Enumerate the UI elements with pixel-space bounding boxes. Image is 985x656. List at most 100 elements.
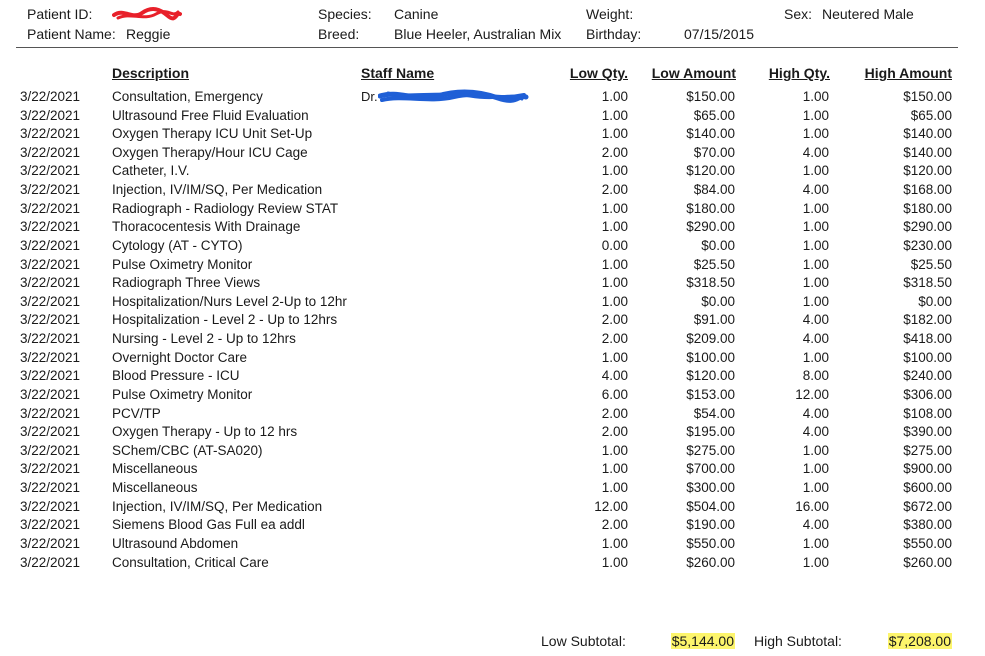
row-high-amount: $180.00 (903, 200, 952, 216)
row-high-qty: 1.00 (802, 89, 829, 104)
row-description: Injection, IV/IM/SQ, Per Medication (112, 498, 323, 514)
row-description: Siemens Blood Gas Full ea addl (112, 517, 305, 533)
row-description: PCV/TP (112, 405, 161, 421)
table-row: 3/22/2021 Hospitalization - Level 2 - Up … (0, 312, 985, 331)
row-high-qty: 4.00 (802, 424, 829, 440)
row-description: Radiograph Three Views (112, 275, 261, 291)
row-high-amount: $230.00 (903, 237, 952, 253)
row-high-qty: 1.00 (802, 442, 829, 458)
row-description: Miscellaneous (112, 461, 198, 477)
table-row: 3/22/2021 Miscellaneous 1.00 $300.00 1.00 $60… (0, 480, 985, 499)
row-high-amount: $120.00 (903, 163, 952, 179)
table-row: 3/22/2021 Ultrasound Free Fluid Evaluatio… (0, 108, 985, 127)
row-date: 3/22/2021 (20, 331, 81, 347)
row-high-amount: $0.00 (918, 293, 952, 309)
table-row: 3/22/2021 Pulse Oximetry Monitor 6.00 $153.… (0, 387, 985, 406)
row-low-qty: 4.00 (601, 368, 628, 384)
table-row: 3/22/2021 Hospitalization/Nurs Level 2-Up… (0, 294, 985, 313)
row-date: 3/22/2021 (20, 480, 81, 496)
row-high-qty: 1.00 (802, 554, 829, 570)
patient-name-label: Patient Name: (27, 26, 116, 42)
row-low-qty: 2.00 (601, 424, 628, 440)
row-high-amount: $418.00 (903, 331, 952, 347)
breed-value: Blue Heeler, Australian Mix (394, 26, 562, 42)
row-low-qty: 1.00 (601, 256, 628, 272)
table-row: 3/22/2021 Blood Pressure - ICU 4.00 $120.00… (0, 368, 985, 387)
table-row: 3/22/2021 Nursing - Level 2 - Up to 12hrs… (0, 331, 985, 350)
row-high-amount: $306.00 (903, 386, 952, 402)
row-low-amount: $91.00 (693, 312, 735, 328)
species-label: Species: (318, 6, 372, 22)
row-low-amount: $54.00 (693, 405, 735, 421)
row-high-amount: $65.00 (910, 107, 952, 123)
table-row: 3/22/2021 Radiograph Three Views 1.00 $318.… (0, 275, 985, 294)
row-low-amount: $84.00 (693, 182, 735, 198)
table-row: 3/22/2021 Injection, IV/IM/SQ, Per Medica… (0, 499, 985, 518)
column-header-high-amount: High Amount (864, 65, 952, 81)
row-low-qty: 1.00 (601, 349, 628, 365)
low-subtotal-value: $5,144.00 (670, 633, 735, 649)
row-high-qty: 4.00 (802, 405, 829, 421)
high-subtotal-amount: $7,208.00 (887, 633, 952, 649)
table-row: 3/22/2021 Ultrasound Abdomen 1.00 $550.00 1.… (0, 536, 985, 555)
row-low-amount: $700.00 (686, 461, 735, 477)
row-high-qty: 1.00 (802, 237, 829, 253)
row-high-qty: 1.00 (802, 275, 829, 291)
table-row: 3/22/2021 Pulse Oximetry Monitor 1.00 $25.5… (0, 257, 985, 276)
row-low-amount: $140.00 (686, 126, 735, 142)
row-high-amount: $100.00 (903, 349, 952, 365)
column-header-description: Description (112, 65, 190, 81)
row-high-amount: $600.00 (903, 480, 952, 496)
row-low-amount: $190.00 (686, 517, 735, 533)
sex-value: Neutered Male (822, 6, 914, 22)
table-row: 3/22/2021 Catheter, I.V. 1.00 $120.00 1.00 $1… (0, 163, 985, 182)
row-date: 3/22/2021 (20, 237, 81, 253)
row-high-qty: 1.00 (802, 126, 829, 142)
row-date: 3/22/2021 (20, 182, 81, 198)
row-description: Oxygen Therapy/Hour ICU Cage (112, 144, 308, 160)
row-description: SChem/CBC (AT-SA020) (112, 442, 263, 458)
species-value: Canine (394, 6, 439, 22)
row-high-qty: 1.00 (802, 107, 829, 123)
row-low-qty: 1.00 (601, 275, 628, 291)
row-low-qty: 1.00 (601, 461, 628, 477)
row-date: 3/22/2021 (20, 163, 81, 179)
row-high-amount: $550.00 (903, 535, 952, 551)
row-high-qty: 4.00 (802, 331, 829, 347)
row-low-qty: 2.00 (601, 182, 628, 198)
row-description: Cytology (AT - CYTO) (112, 237, 243, 253)
row-high-amount: $240.00 (903, 368, 952, 384)
table-row: 3/22/2021 Oxygen Therapy ICU Unit Set-Up 1… (0, 126, 985, 145)
low-subtotal-label: Low Subtotal: (541, 633, 626, 649)
row-low-amount: $100.00 (686, 349, 735, 365)
row-date: 3/22/2021 (20, 424, 81, 440)
row-low-amount: $180.00 (686, 200, 735, 216)
row-low-amount: $209.00 (686, 331, 735, 347)
column-header-low-qty: Low Qty. (569, 65, 628, 81)
row-date: 3/22/2021 (20, 256, 81, 272)
row-high-amount: $182.00 (903, 312, 952, 328)
table-row: 3/22/2021 Oxygen Therapy - Up to 12 hrs 2.… (0, 424, 985, 443)
row-low-amount: $65.00 (693, 107, 735, 123)
row-high-qty: 1.00 (802, 480, 829, 496)
table-row: 3/22/2021 Consultation, Critical Care 1.00… (0, 555, 985, 574)
row-description: Hospitalization/Nurs Level 2-Up to 12hr (112, 293, 347, 309)
row-date: 3/22/2021 (20, 554, 81, 570)
row-low-qty: 1.00 (601, 126, 628, 142)
row-date: 3/22/2021 (20, 461, 81, 477)
row-high-qty: 12.00 (795, 386, 829, 402)
row-date: 3/22/2021 (20, 535, 81, 551)
row-description: Pulse Oximetry Monitor (112, 386, 253, 402)
row-date: 3/22/2021 (20, 126, 81, 142)
high-subtotal-label: High Subtotal: (754, 633, 842, 649)
row-high-amount: $25.50 (910, 256, 952, 272)
table-row: 3/22/2021 PCV/TP 2.00 $54.00 4.00 $108.00 (0, 406, 985, 425)
row-low-amount: $300.00 (686, 480, 735, 496)
row-date: 3/22/2021 (20, 442, 81, 458)
patient-id-label: Patient ID: (27, 6, 93, 22)
sex-label: Sex: (784, 6, 813, 22)
row-low-amount: $0.00 (701, 237, 735, 253)
row-description: Miscellaneous (112, 480, 198, 496)
birthday-value: 07/15/2015 (684, 26, 755, 42)
row-description: Overnight Doctor Care (112, 349, 248, 365)
